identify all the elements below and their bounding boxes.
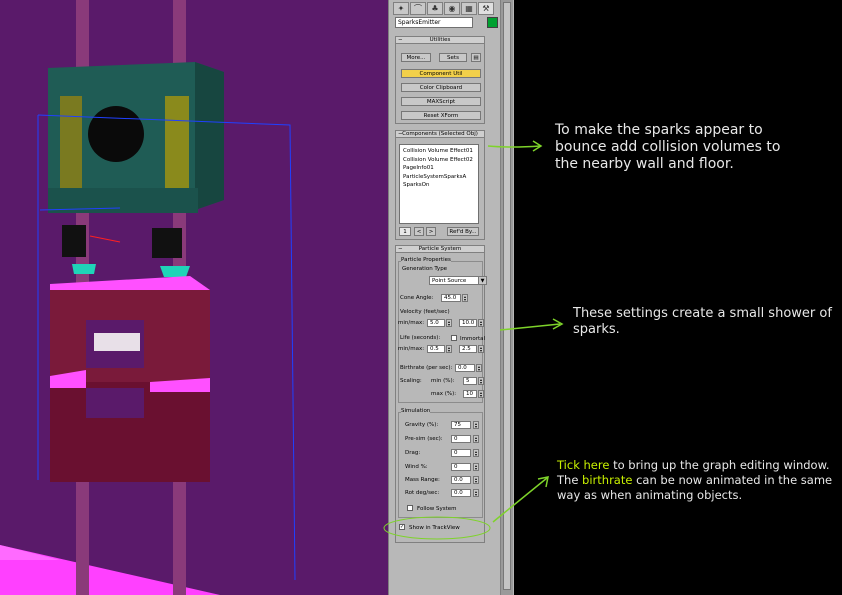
arrow-to-components — [487, 145, 541, 148]
annotation-text: The — [557, 473, 583, 487]
annotation-collision: To make the sparks appear to bounce add … — [555, 122, 781, 172]
trackview-highlight-ellipse — [383, 516, 491, 540]
annotation-arrows — [383, 140, 564, 540]
tick-here-text: Tick here — [557, 458, 610, 472]
arrow-to-particle-settings — [499, 323, 561, 331]
annotation-particle-settings: These settings create a small shower of … — [573, 306, 832, 337]
arrow-to-trackview — [492, 477, 548, 523]
annotation-trackview: Tick here to bring up the graph editing … — [557, 458, 839, 503]
birthrate-text: birthrate — [582, 473, 633, 487]
annotation-text: to bring up the graph editing window. — [609, 458, 830, 472]
